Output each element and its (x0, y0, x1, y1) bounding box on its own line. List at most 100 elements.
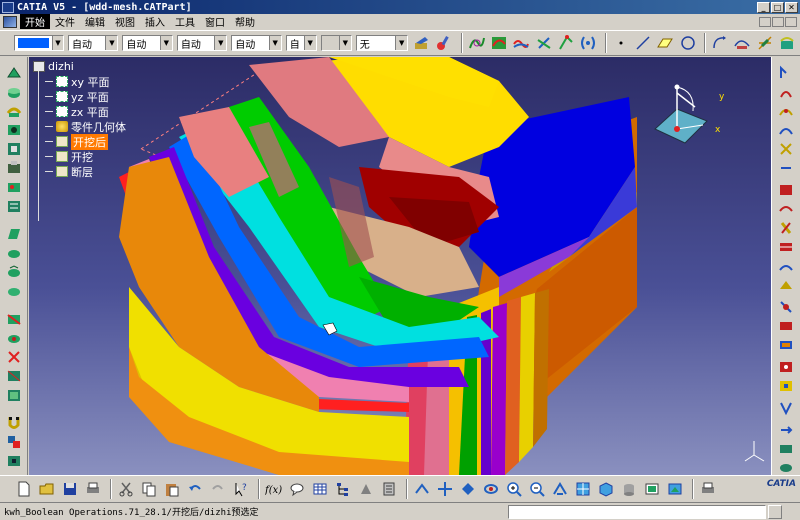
pan-icon[interactable] (458, 479, 478, 499)
chevron-down-icon[interactable]: ▼ (105, 36, 118, 50)
tree-node-body-excavation[interactable]: 开挖 (33, 149, 126, 164)
line-icon[interactable] (777, 84, 795, 100)
print-icon[interactable] (83, 479, 103, 499)
normal-view-icon[interactable] (550, 479, 570, 499)
split-icon[interactable] (5, 311, 23, 327)
brush-icon[interactable] (435, 33, 454, 53)
projection-icon[interactable] (777, 122, 795, 138)
layer-combo[interactable]: 无 ▼ (355, 35, 409, 51)
fill-icon[interactable] (777, 277, 795, 293)
extrude-icon[interactable] (777, 160, 795, 176)
tree-node-body-fault[interactable]: 断层 (33, 164, 126, 179)
chevron-down-icon[interactable]: ▼ (303, 36, 316, 50)
point-symbol-combo[interactable]: 自动 ▼ (231, 35, 282, 51)
chevron-down-icon[interactable]: ▼ (51, 36, 63, 50)
polyline-icon[interactable] (733, 33, 752, 53)
offset-icon[interactable] (777, 239, 795, 255)
menu-start[interactable]: 开始 (20, 14, 50, 29)
axis-icon[interactable] (755, 33, 774, 53)
formula-icon[interactable]: f(x) (264, 479, 284, 499)
boundary-icon[interactable] (777, 422, 795, 438)
chevron-down-icon[interactable]: ▼ (159, 36, 172, 50)
point-icon[interactable] (777, 65, 795, 81)
magnet-icon[interactable] (5, 415, 23, 431)
menu-view[interactable]: 视图 (110, 14, 140, 29)
fit-all-icon[interactable] (435, 479, 455, 499)
shell-icon[interactable] (5, 179, 23, 195)
hole-icon[interactable] (5, 122, 23, 138)
undo-icon[interactable] (185, 479, 205, 499)
copy-icon[interactable] (139, 479, 159, 499)
rendering-style-combo[interactable]: 自 ▼ (285, 35, 317, 51)
hide-show-icon[interactable] (619, 479, 639, 499)
tree-node-yz-plane[interactable]: yz 平面 (33, 89, 126, 104)
blend-icon[interactable] (777, 318, 795, 334)
draft-icon[interactable] (5, 226, 23, 242)
thickness-icon[interactable] (5, 198, 23, 214)
chevron-down-icon[interactable]: ▼ (268, 36, 281, 50)
multisection-icon[interactable] (777, 299, 795, 315)
command-button[interactable] (768, 504, 782, 519)
join-icon[interactable] (777, 337, 795, 353)
thick-surface-icon[interactable] (5, 330, 23, 346)
sweep-icon[interactable] (777, 258, 795, 274)
curve-icon[interactable] (467, 33, 486, 53)
menu-insert[interactable]: 插入 (140, 14, 170, 29)
intersection-icon[interactable] (777, 141, 795, 157)
spine-icon[interactable] (556, 33, 575, 53)
tree-node-root[interactable]: dizhi (33, 59, 126, 74)
doc-minimize-button[interactable] (759, 16, 771, 27)
part-icon[interactable] (356, 479, 376, 499)
tree-node-part-body[interactable]: 零件几何体 (33, 119, 126, 134)
doc-close-button[interactable] (785, 16, 797, 27)
render-icon[interactable] (665, 479, 685, 499)
point-icon[interactable] (611, 33, 630, 53)
new-icon[interactable] (14, 479, 34, 499)
paste-icon[interactable] (162, 479, 182, 499)
pad-icon[interactable] (5, 84, 23, 100)
command-input[interactable] (508, 504, 766, 519)
split-surface-icon[interactable] (777, 378, 795, 394)
doc-restore-button[interactable] (772, 16, 784, 27)
chevron-down-icon[interactable]: ▼ (214, 36, 227, 50)
cut-icon[interactable] (116, 479, 136, 499)
spiral-icon[interactable] (534, 33, 553, 53)
iso-view-icon[interactable] (596, 479, 616, 499)
isoparametric-icon[interactable] (579, 33, 598, 53)
line-thickness-combo[interactable]: 自动 ▼ (122, 35, 173, 51)
sphere-icon[interactable] (777, 201, 795, 217)
rotate-view-icon[interactable] (481, 479, 501, 499)
paint-icon[interactable] (412, 33, 431, 53)
add-icon[interactable] (5, 387, 23, 403)
revolve-icon[interactable] (5, 103, 23, 119)
comment-icon[interactable] (287, 479, 307, 499)
plane-icon[interactable] (656, 33, 675, 53)
save-icon[interactable] (60, 479, 80, 499)
boolean-icon[interactable] (5, 368, 23, 384)
tree-node-body-excavated[interactable]: 开挖后 (33, 133, 126, 150)
tree-node-xy-plane[interactable]: xy 平面 (33, 74, 126, 89)
transparency-combo[interactable]: 自动 ▼ (68, 35, 119, 51)
line-icon[interactable] (633, 33, 652, 53)
fillet-icon[interactable] (5, 141, 23, 157)
scale-icon[interactable] (5, 283, 23, 299)
open-icon[interactable] (37, 479, 57, 499)
fillet-surface-icon[interactable] (777, 460, 795, 476)
menu-help[interactable]: 帮助 (230, 14, 260, 29)
catalog-icon[interactable] (379, 479, 399, 499)
revolve-surface-icon[interactable] (777, 182, 795, 198)
document-icon[interactable] (3, 15, 17, 28)
compass-icon[interactable] (647, 81, 717, 151)
tree-node-zx-plane[interactable]: zx 平面 (33, 104, 126, 119)
menu-tools[interactable]: 工具 (170, 14, 200, 29)
table-icon[interactable] (310, 479, 330, 499)
healing-icon[interactable] (777, 359, 795, 375)
extract-icon[interactable] (777, 441, 795, 457)
tree-icon[interactable] (333, 479, 353, 499)
menu-window[interactable]: 窗口 (200, 14, 230, 29)
catia-app-icon[interactable] (2, 1, 14, 13)
swap-icon[interactable] (642, 479, 662, 499)
trim-icon[interactable] (777, 400, 795, 416)
multi-view-icon[interactable] (573, 479, 593, 499)
linetype-combo[interactable]: 自动 ▼ (176, 35, 228, 51)
